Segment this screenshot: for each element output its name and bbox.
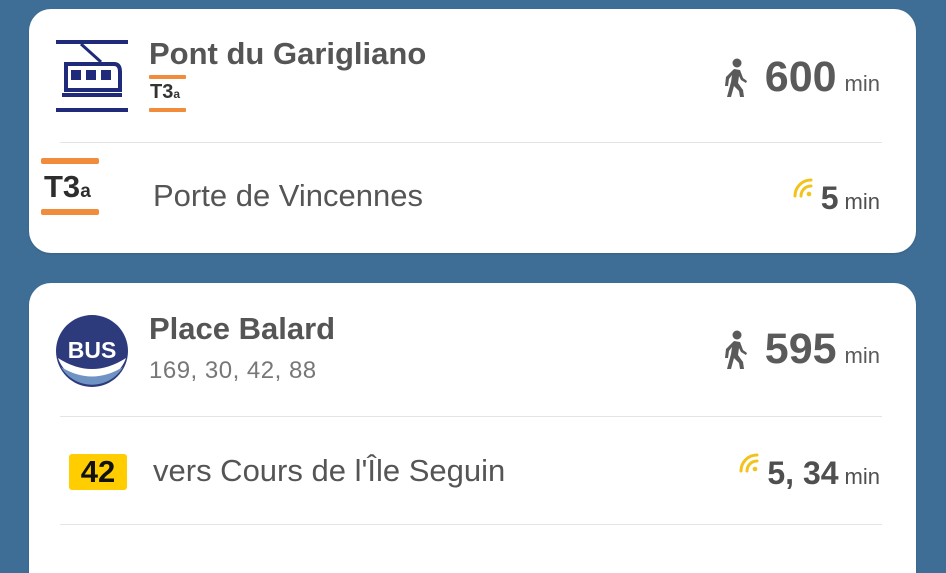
walk-time-value: 600 (765, 53, 837, 102)
walk-time-unit: min (845, 71, 880, 97)
stop-card-pont-du-garigliano[interactable]: Pont du Garigliano T3a 600 min (29, 9, 916, 253)
departure-time-value: 5 (821, 180, 839, 217)
stop-header[interactable]: Pont du Garigliano T3a 600 min (29, 9, 916, 142)
line-badge-42: 42 (69, 454, 127, 490)
walk-time-unit: min (845, 343, 880, 369)
stop-name: Place Balard (149, 311, 335, 347)
line-badge-main: T3 (44, 169, 80, 204)
departure-time-unit: min (845, 189, 880, 215)
walking-person-icon (721, 58, 749, 98)
tram-icon (56, 40, 128, 112)
line-badge-t3a-large: T3a (41, 158, 99, 214)
divider (60, 524, 882, 525)
stop-name: Pont du Garigliano (149, 36, 426, 72)
line-badge-sup: a (173, 87, 180, 101)
bus-logo-icon: BUS (55, 314, 129, 390)
departure-time-value: 5, 34 (767, 455, 838, 492)
walking-person-icon (721, 330, 749, 370)
departure-destination: Porte de Vincennes (153, 178, 423, 214)
departure-time: 5, 34 min (737, 455, 880, 492)
departure-time-unit: min (845, 464, 880, 490)
line-badge-sup: a (80, 181, 91, 202)
stop-header[interactable]: BUS Place Balard 169, 30, 42, 88 595 min (29, 283, 916, 416)
line-badge-main: T3 (150, 81, 173, 103)
realtime-signal-icon (737, 451, 759, 473)
walk-time: 600 min (721, 53, 880, 102)
departure-time: 5 min (791, 180, 880, 217)
realtime-signal-icon (791, 176, 813, 198)
walk-time: 595 min (721, 325, 880, 374)
departure-destination: vers Cours de l'Île Seguin (153, 453, 505, 489)
walk-time-value: 595 (765, 325, 837, 374)
stop-card-place-balard[interactable]: BUS Place Balard 169, 30, 42, 88 595 min (29, 283, 916, 573)
bus-logo-text: BUS (68, 337, 117, 363)
line-badge-t3a: T3a (149, 75, 186, 112)
stop-lines: 169, 30, 42, 88 (149, 357, 317, 385)
